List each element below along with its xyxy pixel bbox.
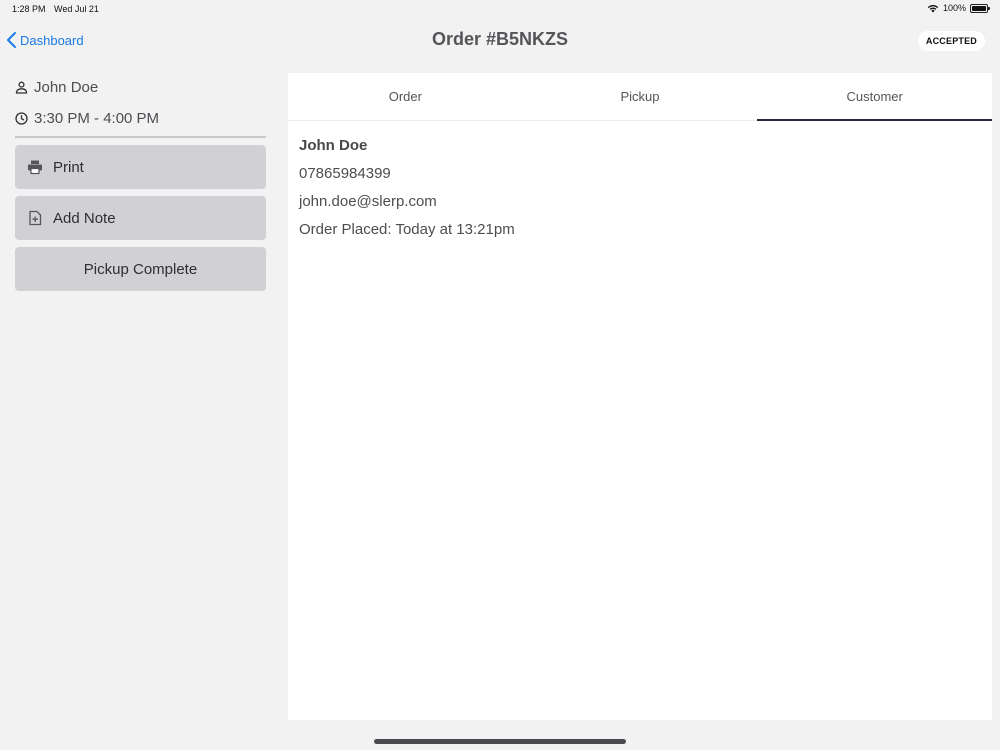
status-date: Wed Jul 21 — [54, 4, 99, 14]
customer-name: John Doe — [34, 78, 99, 96]
print-button-label: Print — [53, 158, 84, 176]
status-bar: 1:28 PM Wed Jul 21 100% — [0, 0, 1000, 20]
pickup-complete-button[interactable]: Pickup Complete — [15, 247, 266, 291]
battery-percentage: 100% — [942, 3, 966, 13]
page-title: Order #B5NKZS — [431, 29, 569, 49]
battery-level — [972, 5, 986, 11]
note-add-icon — [29, 210, 42, 226]
order-sidebar: John Doe 3:30 PM - 4:00 PM Print Add Not… — [15, 75, 266, 291]
person-icon — [15, 81, 28, 94]
tab-pickup[interactable]: Pickup — [523, 73, 758, 120]
tab-order[interactable]: Order — [288, 73, 523, 120]
navigation-bar: Dashboard Order #B5NKZS ACCEPTED — [0, 20, 1000, 64]
divider — [15, 136, 266, 138]
customer-info-row: John Doe — [15, 75, 266, 99]
status-time: 1:28 PM — [12, 4, 46, 14]
status-indicators: 100% — [927, 3, 990, 13]
wifi-icon — [927, 4, 939, 12]
home-indicator — [374, 739, 626, 744]
tab-customer[interactable]: Customer — [757, 73, 992, 121]
add-note-button[interactable]: Add Note — [15, 196, 266, 240]
battery-icon — [970, 3, 990, 13]
customer-phone: 07865984399 — [299, 165, 391, 182]
pickup-window: 3:30 PM - 4:00 PM — [34, 109, 160, 127]
clock-icon — [15, 111, 28, 125]
pickup-complete-button-label: Pickup Complete — [83, 260, 198, 278]
customer-details: John Doe 07865984399 john.doe@slerp.com … — [288, 121, 992, 265]
order-detail-panel: Order Pickup Customer John Doe 078659843… — [288, 73, 992, 720]
printer-icon — [28, 160, 42, 175]
order-placed-time: Order Placed: Today at 13:21pm — [299, 221, 515, 238]
status-badge: ACCEPTED — [917, 31, 985, 51]
print-button[interactable]: Print — [15, 145, 266, 189]
tab-bar: Order Pickup Customer — [288, 73, 992, 121]
add-note-button-label: Add Note — [53, 209, 116, 227]
customer-email: john.doe@slerp.com — [299, 193, 437, 210]
customer-detail-name: John Doe — [299, 137, 368, 154]
pickup-time-row: 3:30 PM - 4:00 PM — [15, 106, 266, 130]
